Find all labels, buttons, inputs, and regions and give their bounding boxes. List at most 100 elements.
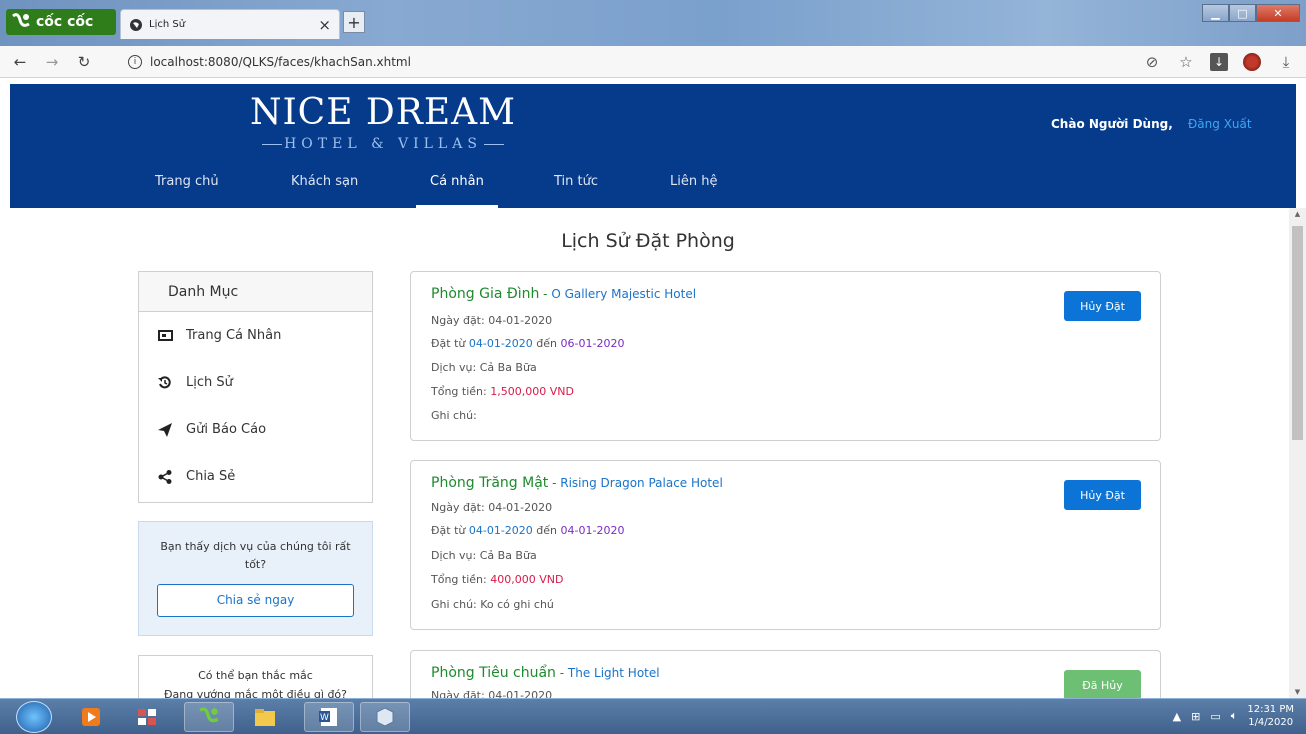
virtualbox-icon[interactable] [360, 702, 410, 732]
hotel-name-link[interactable]: O Gallery Majestic Hotel [551, 287, 696, 301]
check-out-date: 06-01-2020 [560, 337, 625, 350]
main-nav: Trang chủ Khách sạn Cá nhân Tin tức Liên… [10, 172, 1296, 208]
back-icon[interactable]: ← [8, 53, 32, 71]
logout-link[interactable]: Đăng Xuất [1188, 117, 1252, 131]
tab-close-icon[interactable]: × [318, 16, 331, 34]
sidebar-item-report[interactable]: Gửi Báo Cáo [139, 406, 372, 453]
cancel-booking-button[interactable]: Hủy Đặt [1064, 291, 1141, 321]
window-close-icon[interactable]: ✕ [1256, 4, 1300, 22]
info-icon[interactable]: i [128, 55, 142, 69]
user-greeting: Chào Người Dùng, [1051, 117, 1173, 131]
bookmark-star-icon[interactable]: ☆ [1176, 52, 1196, 72]
window-controls: ▁ □ ✕ [1202, 4, 1300, 22]
nav-news[interactable]: Tin tức [554, 172, 598, 208]
brand-subtitle: HOTEL & VILLAS [238, 136, 528, 152]
sidebar-item-history[interactable]: Lịch Sử [139, 359, 372, 406]
booking-date: Ngày đặt: 04-01-2020 [431, 314, 553, 327]
stay-dates: Đặt từ 04-01-2020 đến 04-01-2020 [431, 524, 625, 537]
nav-home[interactable]: Trang chủ [155, 172, 219, 208]
history-icon [156, 375, 174, 390]
network-icon[interactable]: ⊞ [1191, 710, 1200, 723]
total-price: Tổng tiền: 400,000 VND [431, 573, 564, 586]
cancel-booking-button[interactable]: Hủy Đặt [1064, 480, 1141, 510]
system-tray: ▲ ⊞ ▭ 🔈︎ 12:31 PM 1/4/2020 [1173, 703, 1294, 729]
share-now-button[interactable]: Chia sẻ ngay [157, 584, 354, 617]
extension-icon[interactable] [1242, 52, 1262, 72]
share-promo-text: Bạn thấy dịch vụ của chúng tôi rất tốt? [160, 540, 351, 571]
monitor-icon[interactable]: ▭ [1210, 710, 1220, 723]
sidebar-header: Danh Mục [139, 272, 372, 312]
url-field[interactable]: i localhost:8080/QLKS/faces/khachSan.xht… [128, 50, 1126, 74]
site-header: NICE DREAM HOTEL & VILLAS Chào Người Dùn… [10, 84, 1296, 208]
word-icon[interactable]: W [304, 702, 354, 732]
sidebar-item-label: Lịch Sử [186, 375, 233, 390]
brand-name: NICE DREAM [249, 92, 517, 133]
browser-tab-bar: cốc cốc Lịch Sử × + ▁ □ ✕ [0, 0, 1306, 46]
volume-icon[interactable]: 🔈︎ [1231, 709, 1238, 723]
faq-title: Có thể bạn thắc mắc [198, 669, 313, 682]
service: Dịch vụ: Cả Ba Bữa [431, 549, 537, 562]
reload-icon[interactable]: ↻ [72, 53, 96, 71]
download-icon[interactable]: ⤓ [1276, 52, 1296, 72]
stay-dates: Đặt từ 04-01-2020 đến 06-01-2020 [431, 337, 625, 350]
booking-title: Phòng Tiêu chuẩn - The Light Hotel [431, 665, 660, 681]
cancelled-badge-button[interactable]: Đã Hủy [1064, 670, 1141, 700]
check-in-date: 04-01-2020 [468, 524, 533, 537]
booking-card: Phòng Trăng Mật - Rising Dragon Palace H… [410, 460, 1161, 630]
room-name: Phòng Gia Đình [431, 286, 540, 302]
coccoc-logo-icon [12, 13, 30, 27]
sidebar-item-label: Trang Cá Nhân [186, 328, 282, 343]
share-promo-box: Bạn thấy dịch vụ của chúng tôi rất tốt? … [138, 521, 373, 636]
browser-tab[interactable]: Lịch Sử × [120, 9, 340, 39]
note: Ghi chú: [431, 409, 477, 422]
media-player-icon[interactable] [66, 702, 116, 732]
coccoc-brand-text: cốc cốc [36, 14, 94, 30]
nav-contact[interactable]: Liên hệ [670, 172, 717, 208]
page-scrollbar[interactable]: ▲ ▼ [1289, 208, 1306, 698]
booking-date: Ngày đặt: 04-01-2020 [431, 501, 553, 514]
address-bar: ← → ↻ i localhost:8080/QLKS/faces/khachS… [0, 46, 1306, 78]
new-tab-button[interactable]: + [343, 11, 365, 33]
file-explorer-icon[interactable] [240, 702, 290, 732]
address-bar-actions: ⊘ ☆ ↓ ⤓ [1142, 52, 1296, 72]
room-name: Phòng Trăng Mật [431, 475, 549, 491]
url-text[interactable]: localhost:8080/QLKS/faces/khachSan.xhtml [150, 55, 411, 69]
os-taskbar: W ▲ ⊞ ▭ 🔈︎ 12:31 PM 1/4/2020 [0, 698, 1306, 734]
note: Ghi chú: Ko có ghi chú [431, 598, 554, 611]
check-out-date: 04-01-2020 [560, 524, 625, 537]
minimize-icon[interactable]: ▁ [1202, 4, 1229, 22]
tab-title: Lịch Sử [149, 19, 186, 30]
service: Dịch vụ: Cả Ba Bữa [431, 361, 537, 374]
scrollbar-thumb[interactable] [1292, 226, 1303, 440]
nav-personal[interactable]: Cá nhân [416, 172, 498, 208]
shield-icon[interactable]: ⊘ [1142, 52, 1162, 72]
nav-hotels[interactable]: Khách sạn [291, 172, 358, 208]
sidebar-item-share[interactable]: Chia Sẻ [139, 453, 372, 500]
coccoc-logo[interactable]: cốc cốc [6, 9, 116, 35]
sidebar-item-profile[interactable]: Trang Cá Nhân [139, 312, 372, 359]
system-clock[interactable]: 12:31 PM 1/4/2020 [1247, 703, 1294, 729]
hotel-name-link[interactable]: The Light Hotel [568, 666, 660, 680]
forward-icon[interactable]: → [40, 53, 64, 71]
app-launcher-icon[interactable] [122, 702, 172, 732]
share-icon [156, 469, 174, 484]
sidebar-item-label: Gửi Báo Cáo [186, 422, 267, 437]
start-button-icon[interactable] [16, 701, 52, 733]
check-in-date: 04-01-2020 [468, 337, 533, 350]
total-price: Tổng tiền: 1,500,000 VND [431, 385, 574, 398]
id-card-icon [156, 329, 174, 343]
send-icon [156, 422, 174, 437]
scroll-down-icon[interactable]: ▼ [1289, 688, 1306, 696]
save-page-icon[interactable]: ↓ [1210, 53, 1228, 71]
scroll-up-icon[interactable]: ▲ [1289, 210, 1306, 218]
sidebar-menu: Danh Mục Trang Cá Nhân Lịch Sử Gửi Báo C… [138, 271, 373, 503]
booking-title: Phòng Trăng Mật - Rising Dragon Palace H… [431, 475, 723, 491]
booking-card: Phòng Gia Đình - O Gallery Majestic Hote… [410, 271, 1161, 441]
tray-expand-icon[interactable]: ▲ [1173, 710, 1181, 723]
hotel-name-link[interactable]: Rising Dragon Palace Hotel [560, 476, 723, 490]
svg-text:W: W [320, 713, 329, 723]
coccoc-taskbar-icon[interactable] [184, 702, 234, 732]
hotel-logo[interactable]: NICE DREAM HOTEL & VILLAS [238, 92, 528, 152]
maximize-icon[interactable]: □ [1229, 4, 1256, 22]
sidebar-item-label: Chia Sẻ [186, 469, 236, 484]
